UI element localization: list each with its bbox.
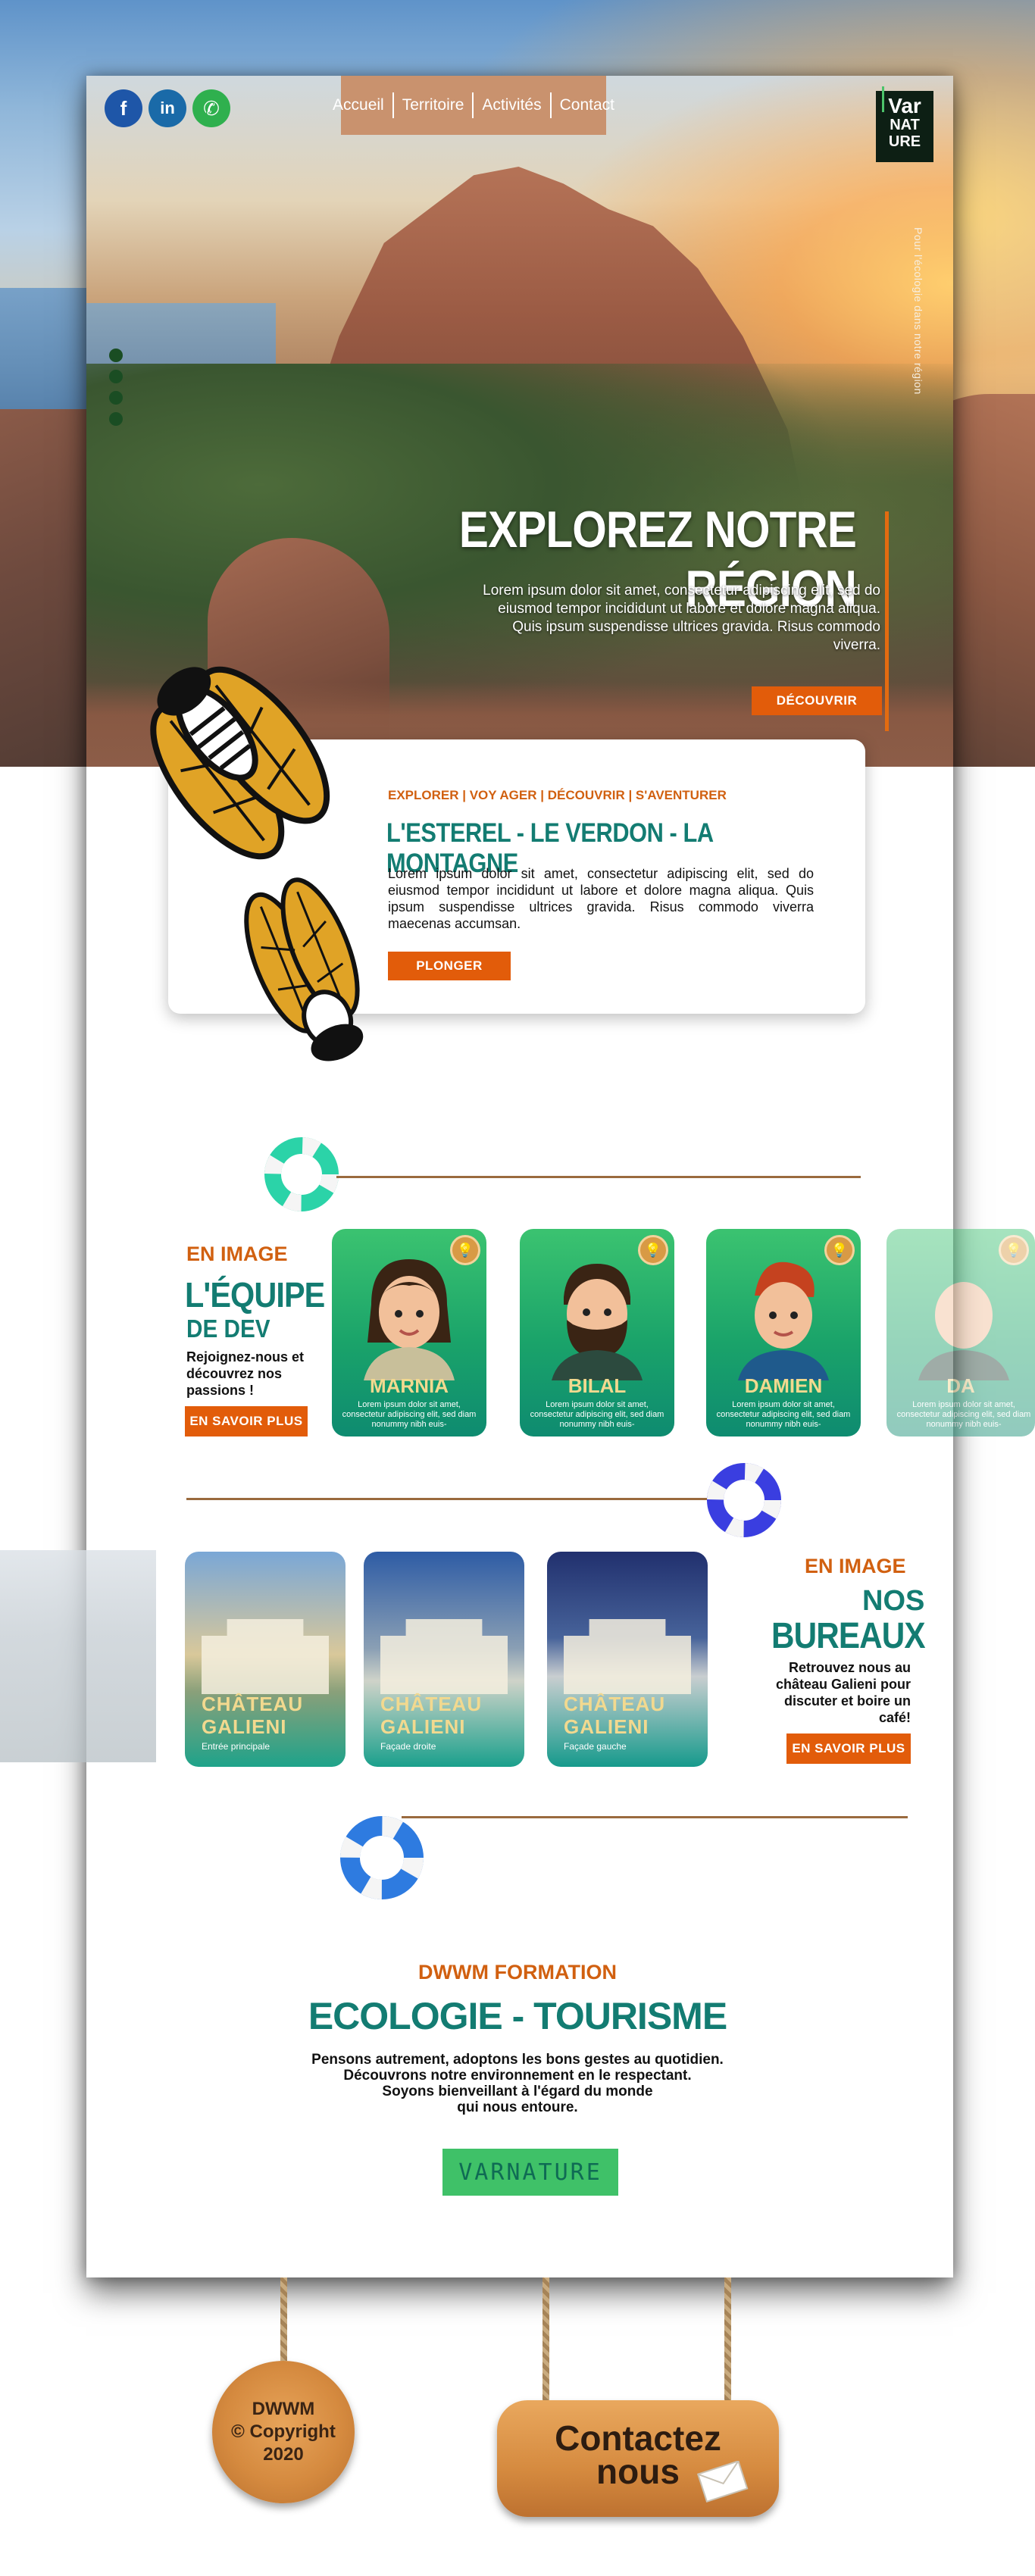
office-title-line1: CHÂTEAU <box>202 1693 304 1715</box>
copyright-line: DWWM <box>252 2399 315 2419</box>
offices-title-line2: BUREAUX <box>771 1616 926 1656</box>
logo-line2: NAT <box>890 117 920 133</box>
office-title: CHÂTEAU GALIENI <box>380 1693 482 1738</box>
office-card[interactable]: CHÂTEAU GALIENI Entrée principale <box>185 1552 346 1767</box>
nav-item-activites[interactable]: Activités <box>474 92 552 118</box>
varnature-badge[interactable]: VARNATURE <box>442 2149 618 2196</box>
logo-line3: URE <box>888 133 921 150</box>
offices-more-button[interactable]: EN SAVOIR PLUS <box>786 1733 911 1764</box>
member-name: DA <box>946 1374 975 1397</box>
nav-item-territoire[interactable]: Territoire <box>394 92 474 118</box>
offices-title-line1: NOS <box>862 1585 925 1617</box>
member-name: BILAL <box>568 1374 627 1397</box>
offices-kicker: EN IMAGE <box>805 1555 906 1577</box>
office-title-line2: GALIENI <box>202 1715 287 1738</box>
formation-line: Soyons bienveillant à l'égard du monde <box>382 2084 653 2099</box>
formation-line: Pensons autrement, adoptons les bons ges… <box>311 2052 724 2068</box>
building-image <box>202 1619 329 1694</box>
member-text: Lorem ipsum dolor sit amet, consectetur … <box>896 1400 1031 1429</box>
office-caption: Façade gauche <box>564 1741 627 1752</box>
slider-dot[interactable] <box>109 412 123 426</box>
main-nav: Accueil Territoire Activités Contact <box>333 76 614 135</box>
offices-text: Retrouvez nous au château Galieni pour d… <box>775 1660 911 1725</box>
copyright-line: © Copyright <box>231 2421 336 2442</box>
lifebuoy-icon <box>264 1137 339 1211</box>
office-title: CHÂTEAU GALIENI <box>564 1693 665 1738</box>
team-member-card[interactable]: 💡 DAMIEN Lorem ipsum dolor sit amet, con… <box>706 1229 861 1436</box>
linkedin-icon[interactable]: in <box>149 89 186 127</box>
rope <box>543 2277 549 2405</box>
team-subtitle: DE DEV <box>186 1315 270 1343</box>
lifebuoy-icon <box>340 1816 424 1899</box>
vertical-tagline: Pour l'écologie dans notre région <box>912 227 924 395</box>
member-text: Lorem ipsum dolor sit amet, consectetur … <box>530 1400 664 1429</box>
nav-item-accueil[interactable]: Accueil <box>324 92 394 118</box>
discover-button[interactable]: DÉCOUVRIR <box>752 686 882 715</box>
divider-line <box>186 1498 709 1500</box>
office-caption: Entrée principale <box>202 1741 270 1752</box>
explore-tags: EXPLORER | VOY AGER | DÉCOUVRIR | S'AVEN… <box>388 788 727 802</box>
team-text: Rejoignez-nous et découvrez nos passions… <box>186 1349 305 1398</box>
formation-kicker: DWWM FORMATION <box>418 1961 617 1984</box>
avatar <box>738 1261 829 1380</box>
member-text: Lorem ipsum dolor sit amet, consectetur … <box>716 1400 851 1429</box>
dive-button[interactable]: PLONGER <box>388 952 511 980</box>
team-more-button[interactable]: EN SAVOIR PLUS <box>185 1406 308 1436</box>
slider-dot[interactable] <box>109 370 123 383</box>
member-name: DAMIEN <box>744 1374 823 1397</box>
social-links: f in ✆ <box>105 89 230 127</box>
avatar <box>552 1264 643 1380</box>
formation-text: Pensons autrement, adoptons les bons ges… <box>0 2052 1035 2115</box>
contact-line: Contactez <box>555 2418 721 2458</box>
formation-line: Découvrons notre environnement en le res… <box>343 2068 692 2084</box>
explore-text: Lorem ipsum dolor sit amet, consectetur … <box>388 866 814 931</box>
envelope-icon <box>696 2461 749 2503</box>
pin-icon <box>882 86 890 112</box>
building-image <box>380 1619 508 1694</box>
building-image <box>564 1619 691 1694</box>
cicada-icon <box>244 877 364 1061</box>
team-member-card[interactable]: 💡 BILAL Lorem ipsum dolor sit amet, cons… <box>520 1229 674 1436</box>
rope <box>724 2277 731 2405</box>
team-kicker: EN IMAGE <box>186 1243 288 1265</box>
slider-dot[interactable] <box>109 391 123 405</box>
facebook-icon[interactable]: f <box>105 89 142 127</box>
hero-accent-bar <box>885 511 889 731</box>
office-title: CHÂTEAU GALIENI <box>202 1693 303 1738</box>
ghost-building-image <box>0 1550 156 1762</box>
team-member-card[interactable]: 💡 MARNIA Lorem ipsum dolor sit amet, con… <box>332 1229 486 1436</box>
whatsapp-icon[interactable]: ✆ <box>192 89 230 127</box>
formation-title: ECOLOGIE - TOURISME <box>308 1995 727 2037</box>
team-member-card[interactable]: 💡 DA Lorem ipsum dolor sit amet, consect… <box>886 1229 1035 1436</box>
office-card[interactable]: CHÂTEAU GALIENI Façade gauche <box>547 1552 708 1767</box>
office-title-line2: GALIENI <box>380 1715 466 1738</box>
rope <box>280 2277 287 2361</box>
team-title: L'ÉQUIPE <box>185 1275 325 1315</box>
copyright-sign: DWWM © Copyright 2020 <box>212 2361 355 2503</box>
member-name: MARNIA <box>370 1374 449 1397</box>
divider-line <box>402 1816 908 1818</box>
slider-dots <box>109 349 123 426</box>
nav-item-contact[interactable]: Contact <box>552 92 623 118</box>
hero-description: Lorem ipsum dolor sit amet, consectetur … <box>483 583 880 653</box>
office-card[interactable]: CHÂTEAU GALIENI Façade droite <box>364 1552 524 1767</box>
slider-dot[interactable] <box>109 349 123 362</box>
office-title-line1: CHÂTEAU <box>564 1693 666 1715</box>
avatar <box>364 1259 455 1380</box>
cicada-icon <box>150 666 330 860</box>
copyright-line: 2020 <box>263 2444 304 2465</box>
divider-line <box>336 1176 861 1178</box>
member-text: Lorem ipsum dolor sit amet, consectetur … <box>342 1400 477 1429</box>
lifebuoy-icon <box>707 1463 781 1537</box>
varnature-logo[interactable]: Var NAT URE <box>876 86 933 162</box>
office-title-line2: GALIENI <box>564 1715 649 1738</box>
office-caption: Façade droite <box>380 1741 436 1752</box>
avatar <box>918 1282 1009 1380</box>
office-title-line1: CHÂTEAU <box>380 1693 483 1715</box>
formation-line: qui nous entoure. <box>457 2099 578 2115</box>
